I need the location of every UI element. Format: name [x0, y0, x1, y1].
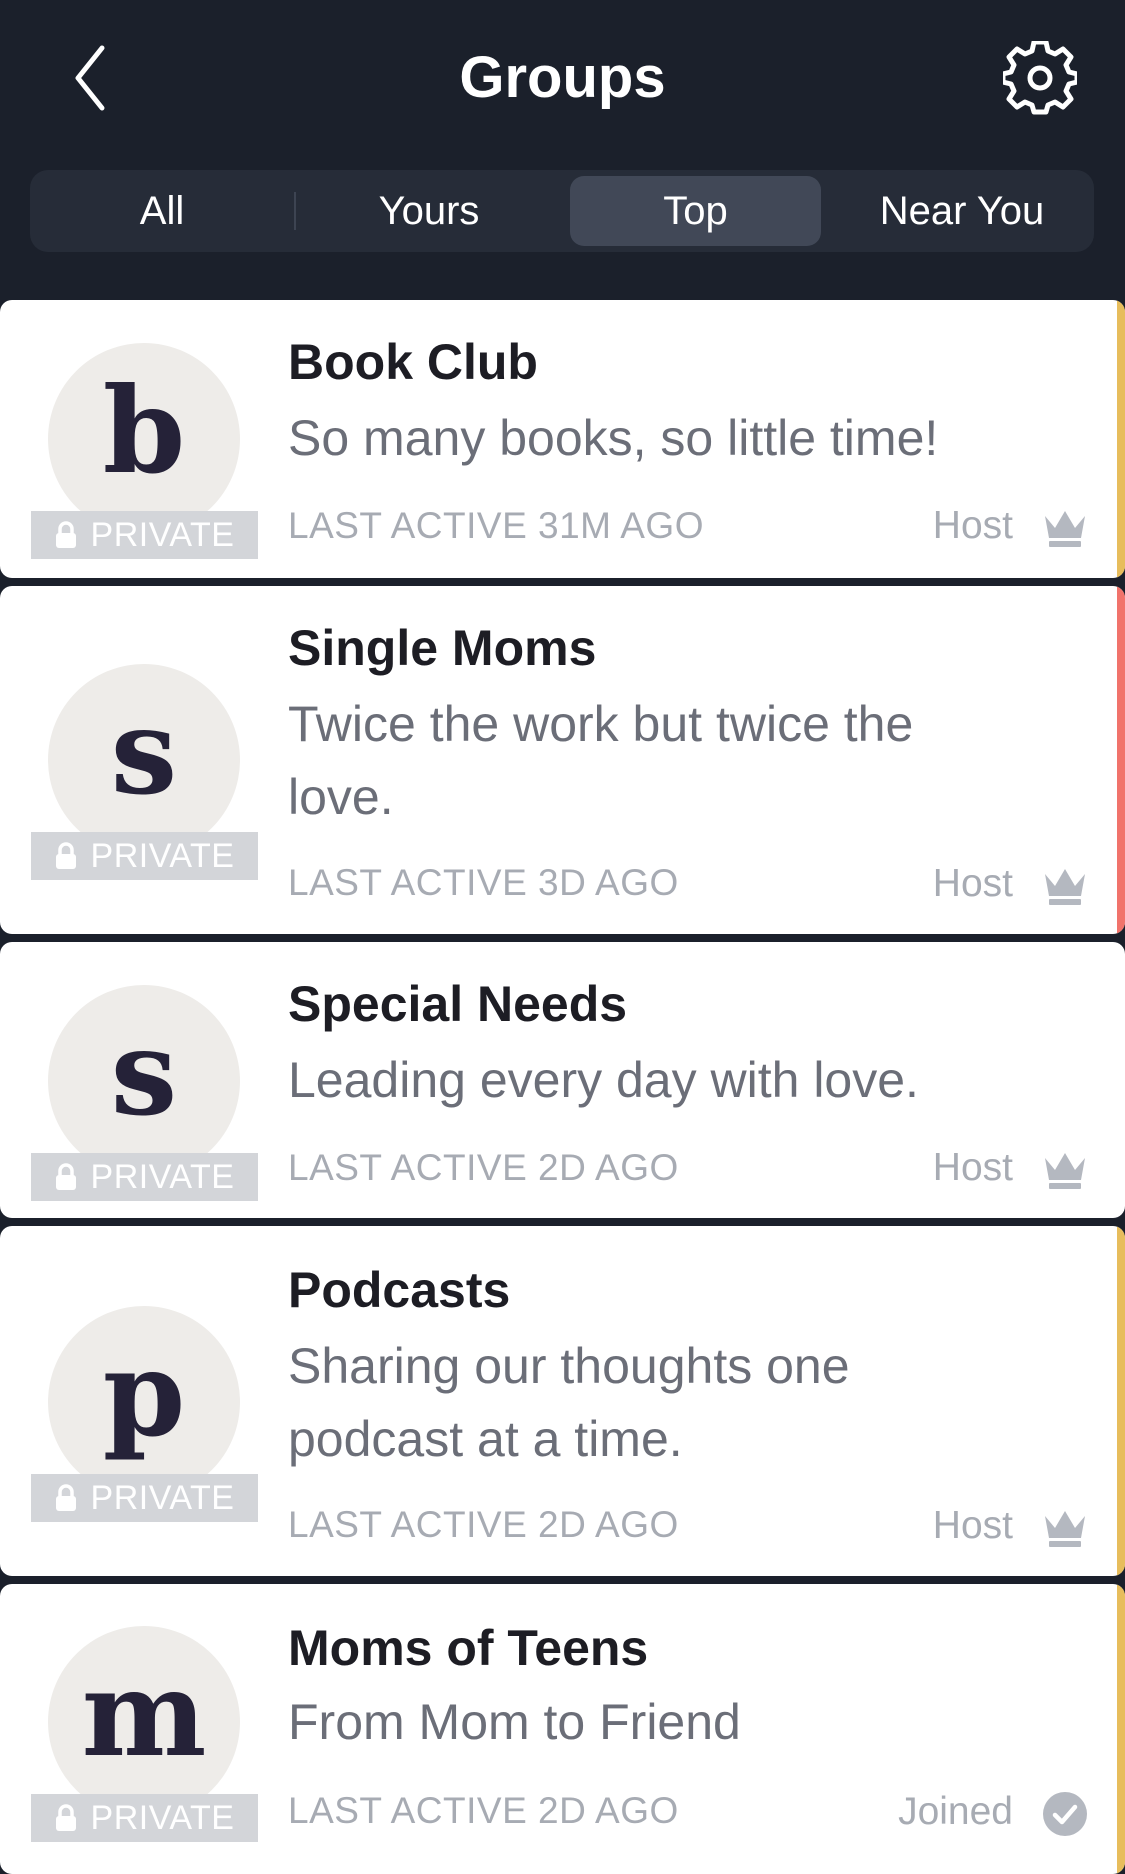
group-description: Twice the work but twice the love.	[288, 696, 914, 825]
group-description: From Mom to Friend	[288, 1694, 741, 1750]
avatar-letter: m	[81, 1643, 207, 1783]
crown-icon	[1040, 1145, 1090, 1195]
role-label: Host	[932, 862, 1013, 905]
group-avatar: p	[48, 1306, 240, 1498]
private-label: PRIVATE	[90, 1157, 235, 1196]
checkmark-circle-icon	[1040, 1789, 1090, 1839]
group-card-single-moms[interactable]: s PRIVATE Single Moms Twice the work but…	[0, 586, 1125, 934]
tab-yours[interactable]: Yours	[296, 170, 562, 252]
role-label: Host	[932, 504, 1013, 547]
role-label: Host	[932, 1504, 1013, 1547]
card-accent-bar	[1117, 1584, 1125, 1874]
group-filter-tabs: All Yours Top Near You	[30, 170, 1094, 252]
card-accent-bar	[1117, 300, 1125, 578]
header-bar: Groups All Yours Top Near You	[0, 0, 1125, 290]
lock-icon	[55, 842, 76, 869]
group-name: Moms of Teens	[288, 1620, 649, 1676]
group-card-special-needs[interactable]: s PRIVATE Special Needs Leading every da…	[0, 942, 1125, 1218]
private-badge: PRIVATE	[31, 1474, 258, 1522]
crown-icon	[1040, 503, 1090, 553]
private-label: PRIVATE	[90, 1798, 235, 1837]
group-description: Sharing our thoughts one podcast at a ti…	[288, 1338, 850, 1467]
gear-icon	[1003, 41, 1077, 115]
group-avatar: b	[48, 343, 240, 535]
private-badge: PRIVATE	[31, 511, 258, 559]
group-name: Special Needs	[288, 976, 628, 1032]
last-active-text: LAST ACTIVE 31M AGO	[288, 505, 704, 546]
last-active-text: LAST ACTIVE 2D AGO	[288, 1147, 679, 1188]
private-label: PRIVATE	[90, 1478, 235, 1517]
avatar-letter: s	[110, 1002, 178, 1142]
group-avatar: m	[48, 1626, 240, 1818]
last-active-text: LAST ACTIVE 2D AGO	[288, 1790, 679, 1831]
group-avatar: s	[48, 985, 240, 1177]
group-name: Book Club	[288, 334, 538, 390]
crown-icon	[1040, 861, 1090, 911]
tab-top[interactable]: Top	[570, 176, 821, 246]
group-avatar: s	[48, 664, 240, 856]
last-active-text: LAST ACTIVE 3D AGO	[288, 862, 679, 903]
role-label: Joined	[898, 1790, 1013, 1833]
tab-near-you[interactable]: Near You	[830, 170, 1094, 252]
settings-button[interactable]	[1000, 36, 1080, 120]
avatar-letter: p	[102, 1323, 186, 1463]
lock-icon	[55, 1163, 76, 1190]
private-badge: PRIVATE	[31, 1794, 258, 1842]
card-accent-bar	[1117, 1226, 1125, 1576]
avatar-letter: s	[110, 681, 178, 821]
tab-all[interactable]: All	[30, 170, 294, 252]
private-label: PRIVATE	[90, 836, 235, 875]
group-description: So many books, so little time!	[288, 410, 939, 466]
lock-icon	[55, 521, 76, 548]
role-label: Host	[932, 1146, 1013, 1189]
private-label: PRIVATE	[90, 515, 235, 554]
last-active-text: LAST ACTIVE 2D AGO	[288, 1504, 679, 1545]
group-description: Leading every day with love.	[288, 1052, 919, 1108]
lock-icon	[55, 1484, 76, 1511]
private-badge: PRIVATE	[31, 1153, 258, 1201]
group-card-podcasts[interactable]: p PRIVATE Podcasts Sharing our thoughts …	[0, 1226, 1125, 1576]
group-card-book-club[interactable]: b PRIVATE Book Club So many books, so li…	[0, 300, 1125, 578]
card-accent-bar	[1117, 586, 1125, 934]
group-name: Single Moms	[288, 620, 597, 676]
group-name: Podcasts	[288, 1262, 511, 1318]
lock-icon	[55, 1804, 76, 1831]
page-title: Groups	[459, 45, 666, 110]
crown-icon	[1040, 1503, 1090, 1553]
private-badge: PRIVATE	[31, 832, 258, 880]
avatar-letter: b	[102, 360, 186, 500]
group-card-moms-of-teens[interactable]: m PRIVATE Moms of Teens From Mom to Frie…	[0, 1584, 1125, 1874]
